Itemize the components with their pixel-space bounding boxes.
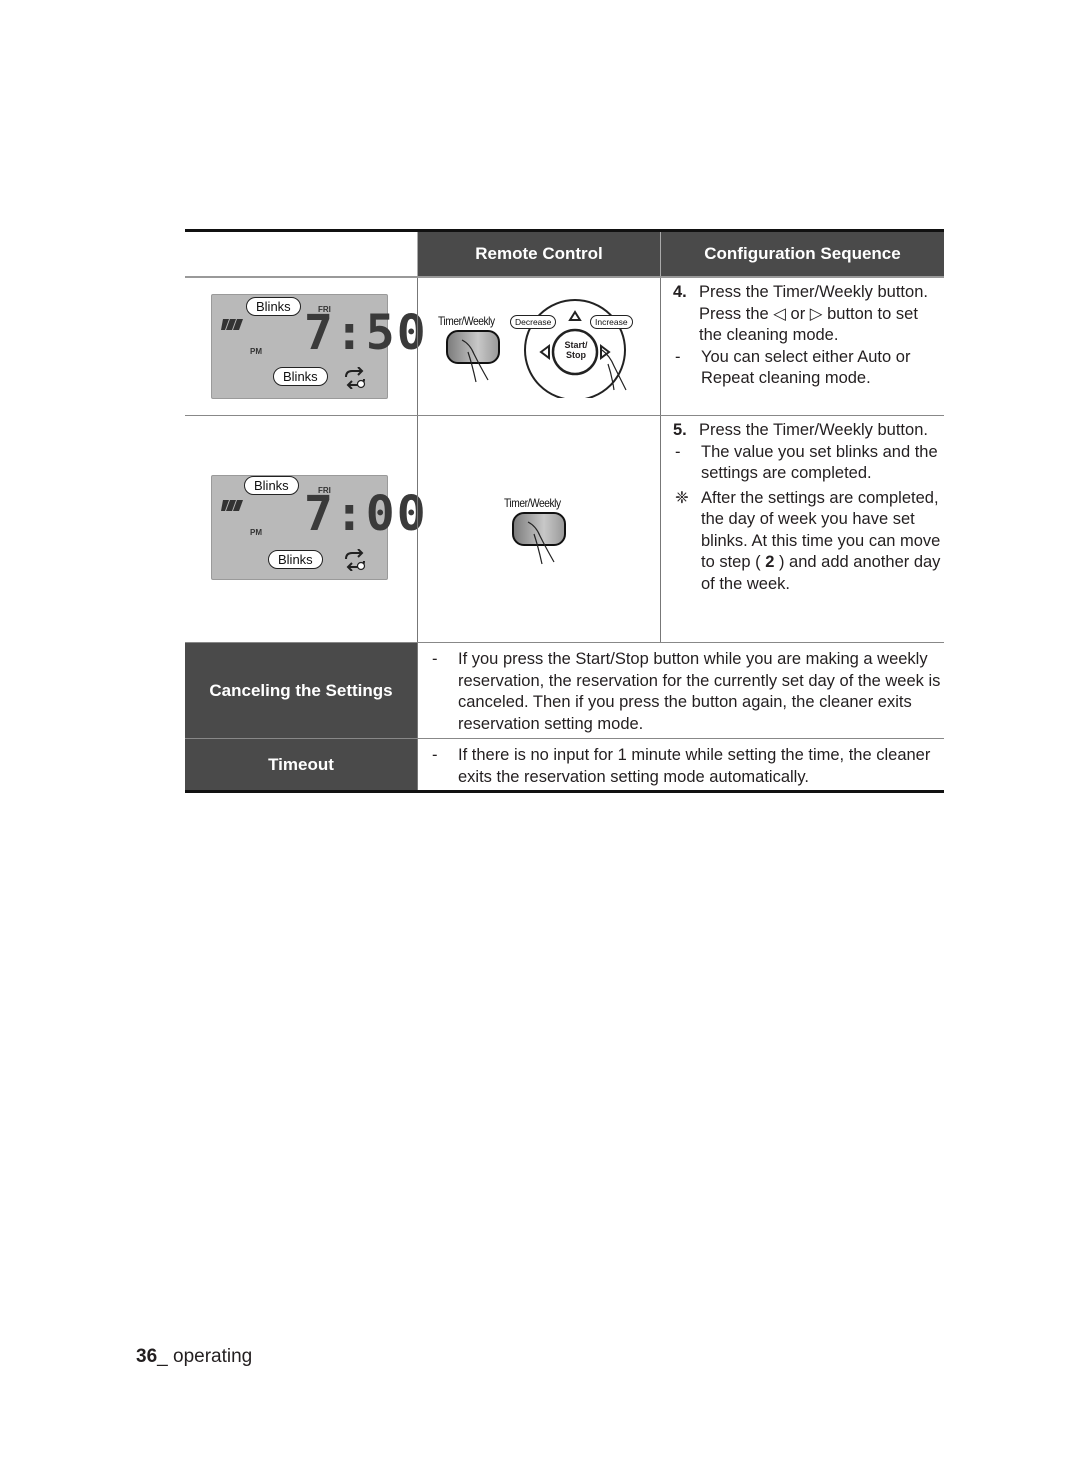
time-digits: 7:50 — [304, 305, 428, 361]
page-number: 36 — [136, 1346, 158, 1367]
lcd-display: Blinks FRI PM 7:50 Blinks — [211, 294, 426, 399]
sequence-note: ❈ After the settings are completed, the … — [673, 488, 944, 596]
display-cell: Blinks FRI PM 7:00 Blinks — [185, 416, 426, 642]
sequence-step: 5. Press the Timer/Weekly button. — [673, 420, 944, 442]
remote-cell: Timer/Weekly — [417, 416, 660, 642]
table-row: Blinks FRI PM 7:50 Blinks Timer/Weekly D… — [185, 278, 944, 416]
blinks-callout: Blinks — [273, 367, 328, 386]
blinks-callout: Blinks — [244, 476, 299, 495]
display-cell: Blinks FRI PM 7:50 Blinks — [185, 278, 426, 415]
reservation-table: Remote Control Configuration Sequence Bl… — [185, 229, 944, 793]
footer-separator: _ — [157, 1346, 173, 1367]
step-number: 4. — [673, 283, 687, 301]
note-bullet: - — [432, 746, 438, 764]
lcd-display: Blinks FRI PM 7:00 Blinks — [211, 475, 426, 580]
battery-icon — [221, 319, 243, 330]
note-text: After the settings are completed, the da… — [701, 488, 944, 596]
step-text: Press the Timer/Weekly button. Press the… — [699, 283, 928, 344]
table-row: Timeout - If there is no input for 1 min… — [185, 739, 944, 790]
timeout-text-cell: - If there is no input for 1 minute whil… — [417, 739, 944, 790]
battery-icon — [221, 500, 243, 511]
page-footer: 36_ operating — [136, 1346, 252, 1368]
note-text: If there is no input for 1 minute while … — [458, 746, 931, 786]
decrease-button-label[interactable]: Decrease — [510, 315, 557, 329]
step-number: 5. — [673, 421, 687, 439]
hand-pointer-icon — [601, 349, 627, 391]
table-row: Canceling the Settings - If you press th… — [185, 643, 944, 739]
note-bullet: ❈ — [675, 488, 689, 507]
pm-indicator: PM — [250, 528, 262, 537]
canceling-settings-label: Canceling the Settings — [185, 643, 417, 738]
section-name: operating — [173, 1346, 253, 1367]
table-header: Remote Control Configuration Sequence — [185, 232, 944, 278]
note-bullet: - — [675, 347, 681, 366]
sequence-step: 4. Press the Timer/Weekly button. Press … — [673, 282, 944, 347]
note-bullet: - — [432, 650, 438, 668]
sequence-cell: 4. Press the Timer/Weekly button. Press … — [660, 278, 944, 415]
hand-pointer-icon — [461, 339, 489, 383]
hand-pointer-icon — [527, 521, 555, 565]
remote-cell: Timer/Weekly Decrease Increase Start/ St… — [417, 278, 660, 415]
header-configuration-sequence: Configuration Sequence — [660, 232, 944, 276]
note-text: If you press the Start/Stop button while… — [458, 650, 941, 733]
timeout-label: Timeout — [185, 739, 417, 790]
start-stop-button[interactable]: Start/ Stop — [558, 340, 594, 360]
table-row: Blinks FRI PM 7:00 Blinks Timer/Weekly 5… — [185, 416, 944, 643]
sequence-cell: 5. Press the Timer/Weekly button. - The … — [660, 416, 944, 642]
repeat-icon — [345, 367, 366, 389]
sequence-note: - The value you set blinks and the setti… — [673, 442, 944, 485]
step-reference: 2 — [765, 553, 775, 571]
time-digits: 7:00 — [304, 486, 428, 542]
note-text: You can select either Auto or Repeat cle… — [701, 347, 911, 388]
blinks-callout: Blinks — [268, 550, 323, 569]
blinks-callout: Blinks — [246, 297, 301, 316]
note-text: The value you set blinks and the setting… — [701, 442, 938, 483]
canceling-settings-text-cell: - If you press the Start/Stop button whi… — [417, 643, 944, 738]
step-text: Press the Timer/Weekly button. — [699, 421, 928, 439]
pm-indicator: PM — [250, 347, 262, 356]
sequence-note: - You can select either Auto or Repeat c… — [673, 347, 944, 390]
repeat-icon — [345, 549, 366, 571]
note-bullet: - — [675, 442, 681, 461]
header-remote-control: Remote Control — [417, 232, 660, 276]
header-blank — [185, 232, 417, 276]
increase-button-label[interactable]: Increase — [590, 315, 633, 329]
timer-weekly-label: Timer/Weekly — [438, 314, 495, 328]
timer-weekly-label: Timer/Weekly — [504, 496, 561, 510]
